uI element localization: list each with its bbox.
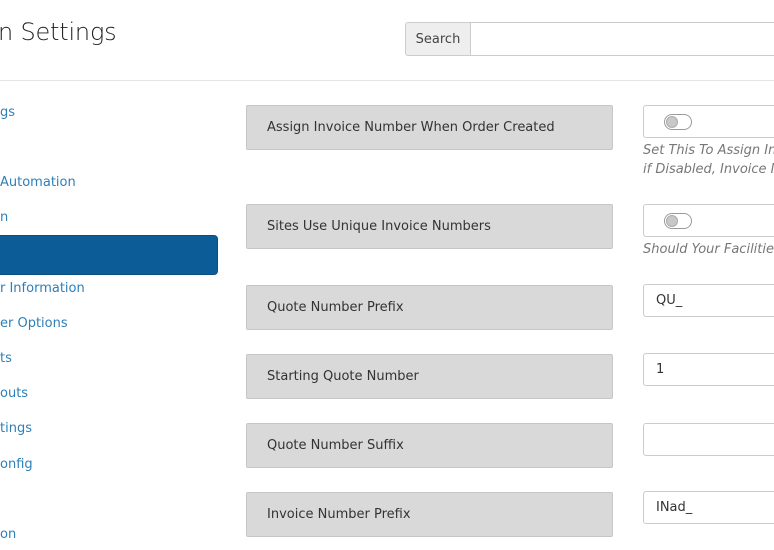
setting-label-unique-invoice: Sites Use Unique Invoice Numbers bbox=[246, 204, 613, 249]
setting-field-assign-invoice[interactable] bbox=[643, 105, 774, 138]
help-text-assign-invoice-1: Set This To Assign Inv bbox=[643, 143, 774, 158]
sidebar-item-ts[interactable]: ts bbox=[0, 351, 12, 366]
sidebar: gs Automation n r Information er Options… bbox=[0, 81, 230, 550]
sidebar-item-active[interactable] bbox=[0, 235, 218, 275]
help-text-unique-invoice: Should Your Facilities U bbox=[643, 242, 774, 257]
search-label[interactable]: Search bbox=[405, 22, 471, 56]
sidebar-item-on[interactable]: on bbox=[0, 527, 16, 542]
sidebar-item-information[interactable]: r Information bbox=[0, 281, 85, 296]
quote-suffix-input[interactable] bbox=[643, 423, 774, 456]
sidebar-item-n[interactable]: n bbox=[0, 210, 8, 225]
page-title: n Settings bbox=[0, 18, 117, 46]
setting-label-quote-prefix: Quote Number Prefix bbox=[246, 285, 613, 330]
sidebar-item-settings-2[interactable]: tings bbox=[0, 421, 32, 436]
setting-field-unique-invoice[interactable] bbox=[643, 204, 774, 237]
starting-quote-input[interactable] bbox=[643, 353, 774, 386]
setting-label-assign-invoice: Assign Invoice Number When Order Created bbox=[246, 105, 613, 150]
help-text-assign-invoice-2: if Disabled, Invoice Nur bbox=[643, 162, 774, 177]
search-input[interactable] bbox=[471, 22, 774, 56]
sidebar-item-options[interactable]: er Options bbox=[0, 316, 68, 331]
quote-prefix-input[interactable] bbox=[643, 284, 774, 317]
page-header: n Settings Search bbox=[0, 0, 774, 81]
setting-label-invoice-prefix: Invoice Number Prefix bbox=[246, 492, 613, 537]
sidebar-item-layouts[interactable]: outs bbox=[0, 386, 28, 401]
setting-label-starting-quote: Starting Quote Number bbox=[246, 354, 613, 399]
sidebar-item-config[interactable]: onfig bbox=[0, 457, 33, 472]
search-group: Search bbox=[405, 22, 774, 56]
toggle-knob bbox=[666, 215, 678, 227]
sidebar-item-settings[interactable]: gs bbox=[0, 105, 15, 120]
sidebar-item-automation[interactable]: Automation bbox=[0, 175, 76, 190]
invoice-prefix-input[interactable] bbox=[643, 491, 774, 524]
toggle-knob bbox=[666, 116, 678, 128]
assign-invoice-toggle[interactable] bbox=[664, 114, 692, 130]
unique-invoice-toggle[interactable] bbox=[664, 213, 692, 229]
setting-label-quote-suffix: Quote Number Suffix bbox=[246, 423, 613, 468]
